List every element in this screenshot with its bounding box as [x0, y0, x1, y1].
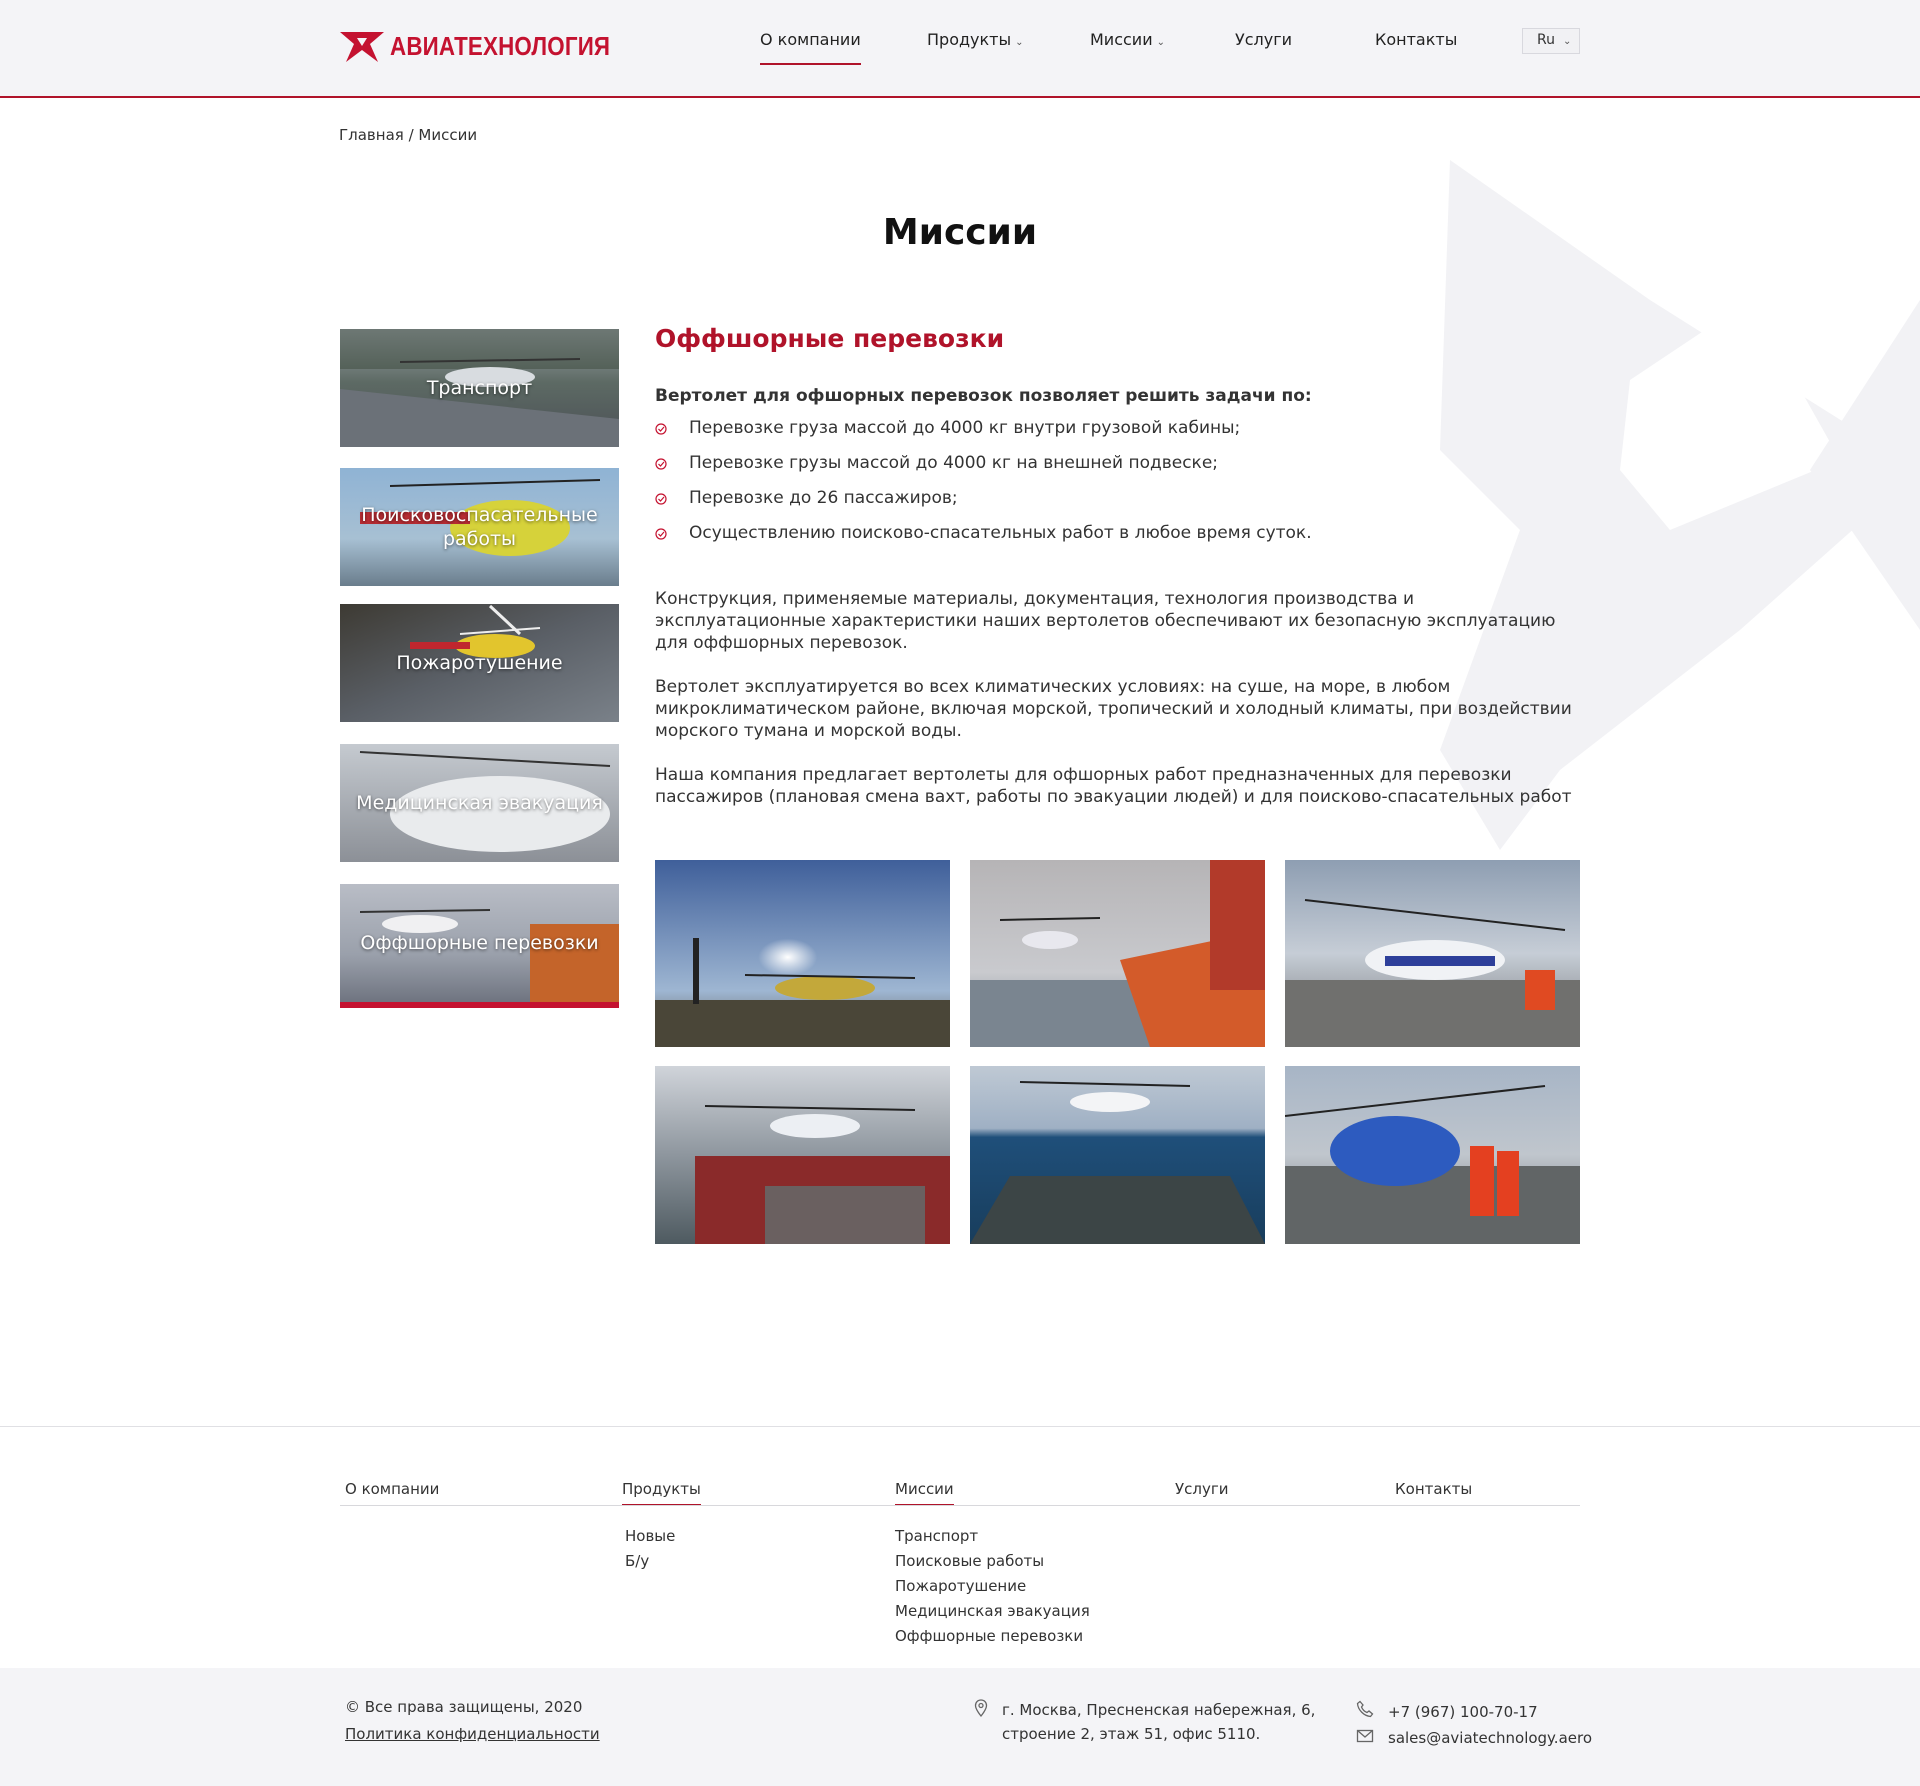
footer-nav-contacts[interactable]: Контакты [1395, 1480, 1472, 1498]
footer-nav-about[interactable]: О компании [345, 1480, 439, 1498]
page-title: Миссии [882, 212, 1038, 253]
footer-link-transport[interactable]: Транспорт [895, 1527, 978, 1545]
gallery-photo [655, 860, 950, 1047]
section-title: Оффшорные перевозки [655, 324, 1005, 353]
site-header: АВИАТЕХНОЛОГИЯ О компании Продукты ⌄ Мисс… [0, 0, 1920, 98]
breadcrumb-home[interactable]: Главная [339, 126, 404, 144]
list-item-text: Перевозке грузы массой до 4000 кг на вне… [689, 453, 1219, 473]
paragraph-climate: Вертолет эксплуатируется во всех климати… [655, 677, 1572, 741]
section-lead: Вертолет для офшорных перевозок позволяе… [655, 386, 1312, 406]
sidebar-item-transport[interactable]: Транспорт [340, 329, 619, 447]
gallery-photo [1285, 1066, 1580, 1244]
nav-services[interactable]: Услуги [1235, 30, 1292, 49]
nav-products-label: Продукты [927, 30, 1012, 49]
sidebar-item-label: Пожаротушение [396, 652, 563, 674]
footer-nav-products[interactable]: Продукты [622, 1480, 701, 1506]
gallery-image-4[interactable] [655, 1066, 950, 1244]
footer-nav-services[interactable]: Услуги [1175, 1480, 1228, 1498]
nav-products[interactable]: Продукты ⌄ [927, 30, 1024, 49]
gallery-image-6[interactable] [1285, 1066, 1580, 1244]
list-item-text: Перевозке до 26 пассажиров; [689, 488, 958, 508]
check-circle-icon [655, 423, 667, 435]
gallery-image-3[interactable] [1285, 860, 1580, 1047]
gallery-photo [655, 1066, 950, 1244]
nav-about[interactable]: О компании [760, 30, 861, 65]
email-link[interactable]: sales@aviatechnology.aero [1388, 1729, 1592, 1747]
footer [0, 1426, 1920, 1427]
check-circle-icon [655, 458, 667, 470]
footer-link-offshore[interactable]: Оффшорные перевозки [895, 1627, 1083, 1645]
sidebar-item-search-rescue[interactable]: Поисковоспасательные работы [340, 468, 619, 586]
list-item: Перевозке до 26 пассажиров; [655, 488, 1312, 523]
address-line-2: строение 2, этаж 51, офис 5110. [1002, 1725, 1261, 1743]
language-select[interactable]: Ru ⌄ [1522, 28, 1580, 54]
check-circle-icon [655, 493, 667, 505]
list-item-text: Перевозке груза массой до 4000 кг внутри… [689, 418, 1241, 438]
list-item: Осуществлению поисково-спасательных рабо… [655, 523, 1312, 558]
chevron-down-icon: ⌄ [1562, 36, 1572, 47]
breadcrumb-separator: / [408, 126, 414, 144]
tasks-list: Перевозке груза массой до 4000 кг внутри… [655, 418, 1312, 558]
sidebar-item-label: Транспорт [426, 377, 533, 399]
breadcrumb: Главная / Миссии [339, 126, 477, 144]
list-item: Перевозке груза массой до 4000 кг внутри… [655, 418, 1312, 453]
language-label: Ru [1537, 32, 1555, 48]
sidebar-item-offshore[interactable]: Оффшорные перевозки [340, 884, 619, 1008]
logo[interactable]: АВИАТЕХНОЛОГИЯ [340, 30, 646, 62]
sidebar-item-firefighting[interactable]: Пожаротушение [340, 604, 619, 722]
location-pin-icon [974, 1699, 988, 1717]
gallery-photo [970, 1066, 1265, 1244]
paragraph-construction: Конструкция, применяемые материалы, доку… [655, 589, 1556, 653]
footer-link-search[interactable]: Поисковые работы [895, 1552, 1044, 1570]
gallery-image-2[interactable] [970, 860, 1265, 1047]
nav-contacts[interactable]: Контакты [1375, 30, 1457, 49]
sidebar-item-label: Медицинская эвакуация [356, 792, 603, 814]
gallery-image-1[interactable] [655, 860, 950, 1047]
footer-bottom [0, 1668, 1920, 1786]
footer-divider [340, 1505, 1580, 1506]
footer-link-firefighting[interactable]: Пожаротушение [895, 1577, 1026, 1595]
nav-missions[interactable]: Миссии ⌄ [1090, 30, 1165, 49]
phone-number[interactable]: +7 (967) 100-70-17 [1388, 1703, 1538, 1721]
list-item-text: Осуществлению поисково-спасательных рабо… [689, 523, 1312, 543]
paragraph-offer: Наша компания предлагает вертолеты для о… [655, 765, 1572, 807]
gallery-photo [1285, 860, 1580, 1047]
footer-nav-missions[interactable]: Миссии [895, 1480, 954, 1506]
nav-missions-label: Миссии [1090, 30, 1153, 49]
footer-link-used[interactable]: Б/у [625, 1552, 649, 1570]
check-circle-icon [655, 528, 667, 540]
chevron-down-icon: ⌄ [1156, 37, 1165, 48]
gallery-photo [970, 860, 1265, 1047]
chevron-down-icon: ⌄ [1015, 37, 1024, 48]
mail-icon [1356, 1729, 1374, 1743]
sidebar-item-label: Поисковоспасательные работы [361, 504, 598, 550]
list-item: Перевозке грузы массой до 4000 кг на вне… [655, 453, 1312, 488]
address-line-1: г. Москва, Пресненская набережная, 6, [1002, 1701, 1316, 1719]
footer-link-new[interactable]: Новые [625, 1527, 675, 1545]
sidebar-item-label: Оффшорные перевозки [360, 932, 599, 954]
logo-star-icon [340, 32, 384, 62]
phone-icon [1356, 1700, 1374, 1718]
background-star-decoration [1440, 160, 1920, 850]
gallery-image-5[interactable] [970, 1066, 1265, 1244]
footer-link-medevac[interactable]: Медицинская эвакуация [895, 1602, 1090, 1620]
sidebar-item-medevac[interactable]: Медицинская эвакуация [340, 744, 619, 862]
privacy-policy-link[interactable]: Политика конфиденциальности [345, 1725, 600, 1743]
copyright: © Все права защищены, 2020 [345, 1698, 583, 1716]
breadcrumb-current: Миссии [418, 126, 478, 144]
logo-text: АВИАТЕХНОЛОГИЯ [390, 30, 611, 61]
